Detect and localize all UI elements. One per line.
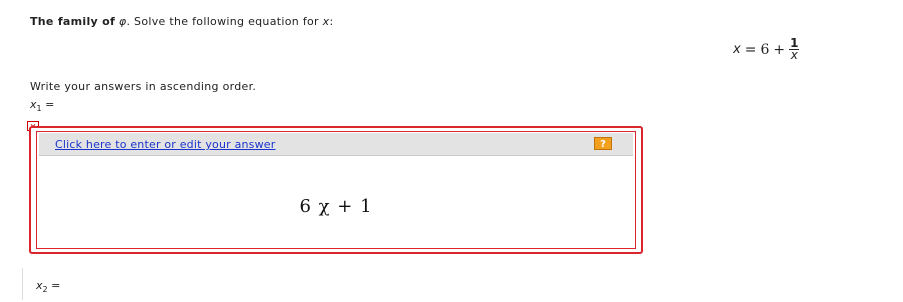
answer-header: Click here to enter or edit your answer …: [39, 133, 633, 156]
edit-answer-link[interactable]: Click here to enter or edit your answer: [55, 138, 276, 151]
equation-equals: =: [744, 41, 757, 58]
answer-inner-frame: Click here to enter or edit your answer …: [36, 131, 636, 249]
x2-label: x2 =: [36, 279, 60, 294]
x2-equals: =: [51, 279, 61, 292]
equation-fraction: 1 x: [789, 37, 800, 62]
x1-subscript: 1: [36, 104, 42, 114]
problem-text: . Solve the following equation for: [126, 15, 319, 28]
problem-family-label: The family of: [30, 15, 116, 28]
x2-subscript: 2: [42, 285, 48, 295]
answer-value[interactable]: 6 χ + 1: [37, 196, 635, 217]
equation-plus: +: [773, 41, 786, 58]
problem-statement: The family of φ. Solve the following equ…: [30, 15, 333, 28]
instructions-text: Write your answers in ascending order.: [30, 80, 257, 93]
x1-equals: =: [45, 98, 55, 111]
x1-label: x1 =: [30, 98, 54, 113]
divider: [22, 268, 23, 300]
answer-box[interactable]: Click here to enter or edit your answer …: [29, 126, 643, 254]
equation: x = 6 + 1 x: [733, 37, 800, 62]
problem-colon: :: [329, 15, 334, 28]
equation-constant: 6: [760, 41, 770, 58]
fraction-denominator: x: [790, 48, 798, 62]
help-icon[interactable]: ?: [594, 137, 612, 150]
equation-lhs: x: [733, 42, 741, 57]
